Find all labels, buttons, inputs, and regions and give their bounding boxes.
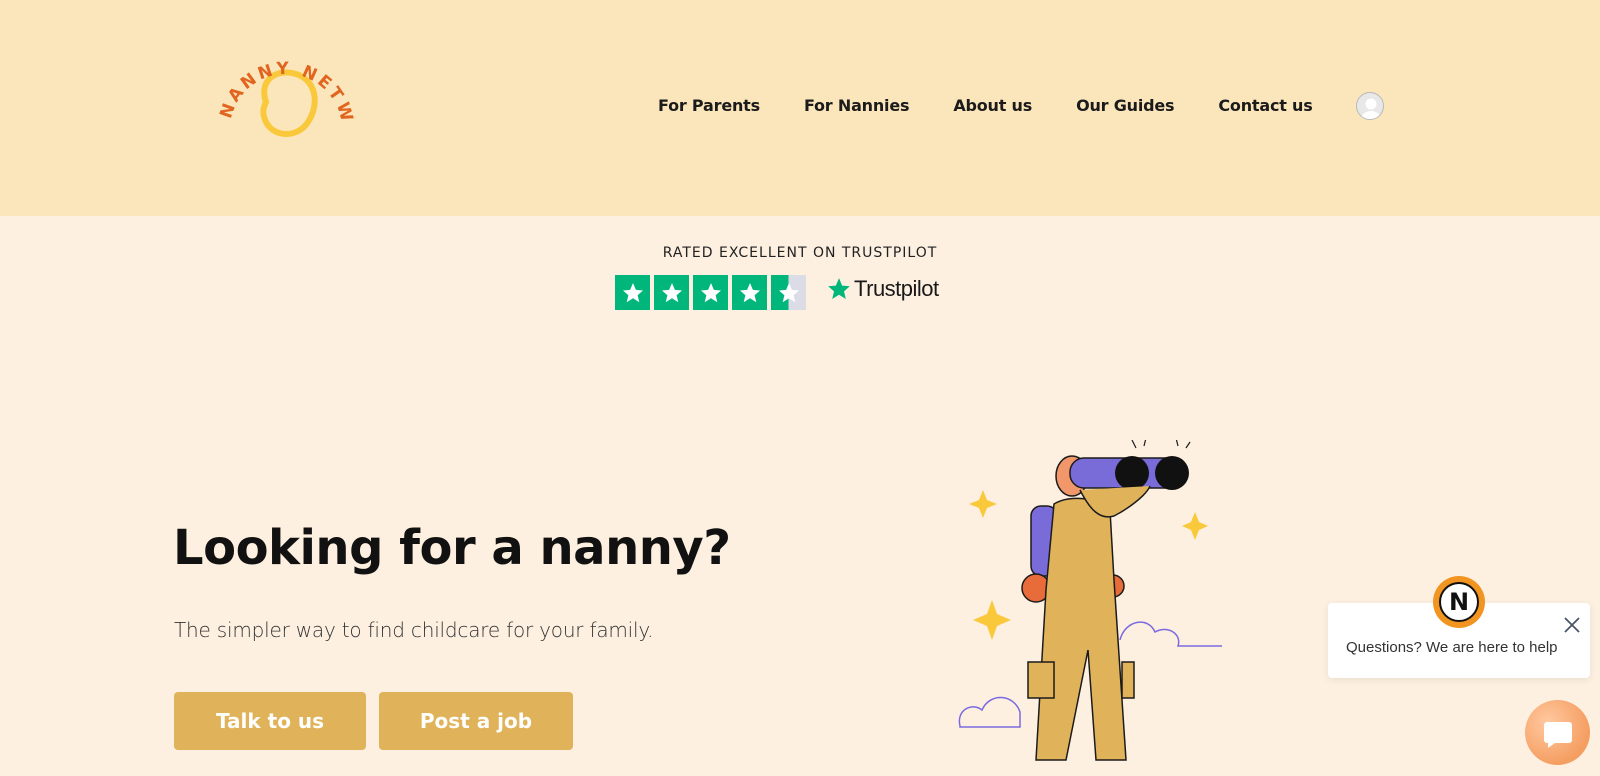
cloud-icon [1119,621,1222,647]
nav-for-nannies[interactable]: For Nannies [804,96,910,115]
chat-bubble-icon [1543,721,1572,748]
star-icon [693,275,728,310]
cloud-icon [958,696,1021,728]
sparkle-icon [1182,512,1208,540]
nav-our-guides[interactable]: Our Guides [1076,96,1174,115]
star-icon [654,275,689,310]
nav-about-us[interactable]: About us [953,96,1032,115]
talk-to-us-button[interactable]: Talk to us [174,692,366,750]
nav-for-parents[interactable]: For Parents [658,96,760,115]
sparkle-icon [973,600,1011,640]
site-header: NANNY NETWORK For Parents For Nannies Ab… [0,0,1600,216]
nav-contact-us[interactable]: Contact us [1218,96,1312,115]
sparkle-icon [969,490,997,518]
post-a-job-button[interactable]: Post a job [379,692,573,750]
close-icon[interactable] [1562,615,1582,635]
trustpilot-star-icon [828,278,850,299]
main-nav: For Parents For Nannies About us Our Gui… [658,96,1313,115]
trustpilot-stars[interactable] [615,275,806,310]
hero-subtitle: The simpler way to find childcare for yo… [174,618,654,642]
explorer-illustration [958,440,1222,761]
chat-message: Questions? We are here to help [1346,639,1558,656]
half-star-icon [771,275,806,310]
star-icon [615,275,650,310]
chat-agent-avatar: N [1433,576,1485,628]
hero-title: Looking for a nanny? [173,520,731,576]
trustpilot-caption: RATED EXCELLENT ON TRUSTPILOT [662,245,938,261]
trustpilot-logo[interactable]: Trustpilot [826,276,939,302]
user-icon[interactable] [1356,92,1384,120]
trustpilot-brand: Trustpilot [854,276,939,301]
svg-text:NANNY NETWORK: NANNY NETWORK [208,34,357,126]
chat-launcher-button[interactable] [1525,700,1590,765]
star-icon [732,275,767,310]
chat-avatar-letter: N [1439,582,1479,622]
nanny-network-logo[interactable]: NANNY NETWORK [199,19,358,154]
logo-text: NANNY NETWORK [199,19,354,126]
